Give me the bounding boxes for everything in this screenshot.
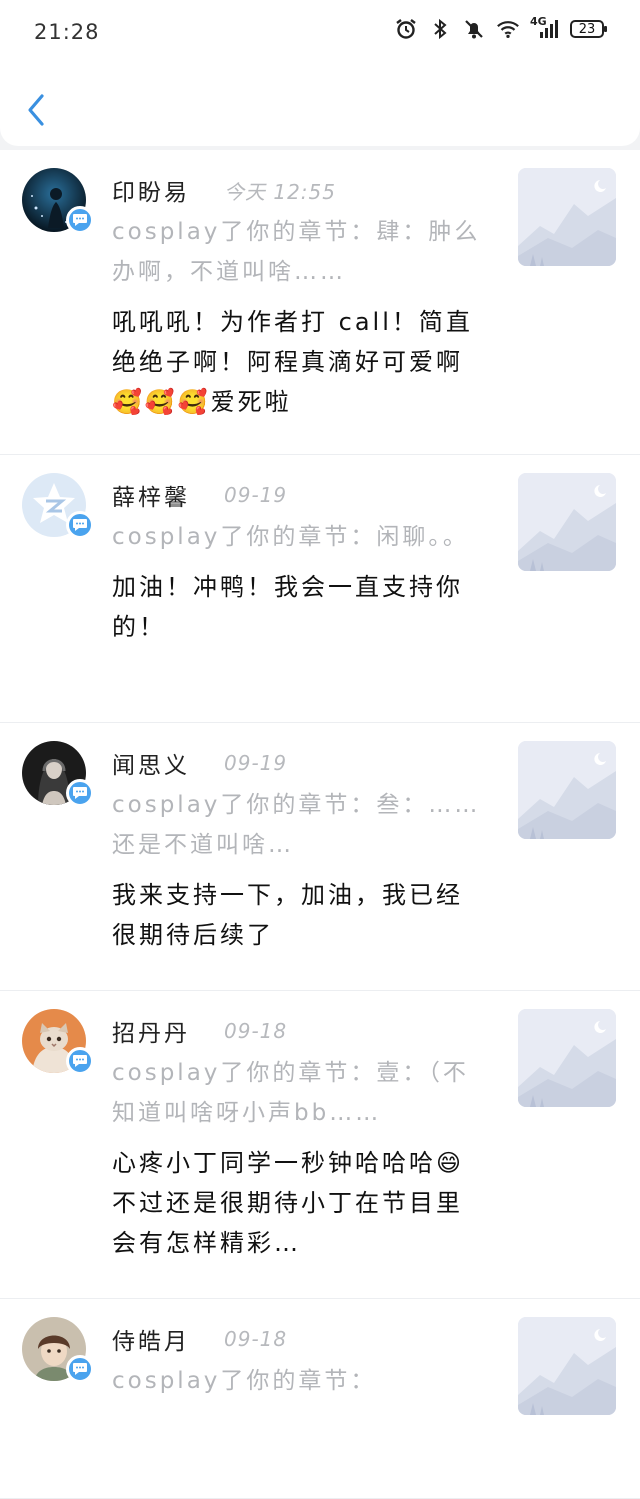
mute-icon (462, 17, 486, 41)
timestamp: 09-18 (224, 1327, 288, 1351)
comment-icon (66, 779, 94, 807)
alarm-icon (394, 17, 418, 41)
comment-icon (66, 1047, 94, 1075)
chapter-reference[interactable]: cosplay了你的章节： (112, 1361, 484, 1401)
comment-text: 我来支持一下，加油，我已经很期待后续了 (112, 881, 463, 949)
comment-icon (66, 511, 94, 539)
user-name[interactable]: 印盼易 (112, 173, 190, 207)
timestamp: 09-18 (224, 1019, 288, 1043)
notification-content: 闻思义 09-19 cosplay了你的章节：叁：……还是不道叫啥… 我来支持一… (112, 747, 484, 955)
chevron-left-icon[interactable] (24, 92, 50, 128)
bluetooth-icon (428, 17, 452, 41)
chapter-reference[interactable]: cosplay了你的章节：壹：（不知道叫啥呀小声bb…… (112, 1053, 484, 1133)
list-item[interactable]: 侍皓月 09-18 cosplay了你的章节： (0, 1299, 640, 1499)
user-name[interactable]: 招丹丹 (112, 1014, 190, 1048)
wifi-icon (496, 17, 520, 41)
list-item[interactable]: 招丹丹 09-18 cosplay了你的章节：壹：（不知道叫啥呀小声bb…… 心… (0, 991, 640, 1299)
notification-content: 招丹丹 09-18 cosplay了你的章节：壹：（不知道叫啥呀小声bb…… 心… (112, 1015, 484, 1263)
status-time: 21:28 (34, 20, 100, 44)
signal-icon: 4G (530, 15, 560, 41)
chapter-thumbnail[interactable] (518, 1317, 616, 1415)
placeholder-image-icon (518, 473, 616, 571)
timestamp: 09-19 (224, 483, 288, 507)
top-navbar (0, 62, 640, 146)
comment-icon (66, 206, 94, 234)
comment-text: 心疼小丁同学一秒钟哈哈哈😄不过还是很期待小丁在节目里会有怎样精彩… (112, 1149, 465, 1257)
placeholder-image-icon (518, 1317, 616, 1415)
comment-text: 加油！冲鸭！我会一直支持你的！ (112, 573, 463, 641)
user-name[interactable]: 薛梓馨 (112, 478, 190, 512)
comment-icon (66, 1355, 94, 1383)
timestamp: 09-19 (224, 751, 288, 775)
placeholder-image-icon (518, 168, 616, 266)
status-bar: 21:28 4G 23 (0, 0, 640, 62)
chapter-reference[interactable]: cosplay了你的章节：闲聊。。 (112, 517, 484, 557)
notification-content: 薛梓馨 09-19 cosplay了你的章节：闲聊。。 加油！冲鸭！我会一直支持… (112, 479, 484, 647)
chapter-thumbnail[interactable] (518, 1009, 616, 1107)
user-name[interactable]: 侍皓月 (112, 1322, 190, 1356)
notification-content: 印盼易 今天 12:55 cosplay了你的章节：肆：肿么办啊，不道叫啥…… … (112, 174, 484, 422)
notification-list: 印盼易 今天 12:55 cosplay了你的章节：肆：肿么办啊，不道叫啥…… … (0, 150, 640, 1499)
comment-text: 吼吼吼！为作者打 call！简直绝绝子啊！阿程真滴好可爱啊🥰🥰🥰爱死啦 (112, 308, 473, 416)
user-name[interactable]: 闻思义 (112, 746, 190, 780)
chapter-thumbnail[interactable] (518, 473, 616, 571)
battery-icon: 23 (570, 20, 607, 38)
placeholder-image-icon (518, 741, 616, 839)
chapter-thumbnail[interactable] (518, 168, 616, 266)
status-icons: 4G 23 (394, 15, 607, 41)
list-item[interactable]: 薛梓馨 09-19 cosplay了你的章节：闲聊。。 加油！冲鸭！我会一直支持… (0, 455, 640, 723)
timestamp: 今天 12:55 (224, 179, 336, 204)
placeholder-image-icon (518, 1009, 616, 1107)
list-item[interactable]: 闻思义 09-19 cosplay了你的章节：叁：……还是不道叫啥… 我来支持一… (0, 723, 640, 991)
chapter-reference[interactable]: cosplay了你的章节：叁：……还是不道叫啥… (112, 785, 484, 865)
chapter-reference[interactable]: cosplay了你的章节：肆：肿么办啊，不道叫啥…… (112, 212, 484, 292)
notification-content: 侍皓月 09-18 cosplay了你的章节： (112, 1323, 484, 1411)
list-item[interactable]: 印盼易 今天 12:55 cosplay了你的章节：肆：肿么办啊，不道叫啥…… … (0, 150, 640, 455)
chapter-thumbnail[interactable] (518, 741, 616, 839)
network-type: 4G (530, 15, 547, 28)
